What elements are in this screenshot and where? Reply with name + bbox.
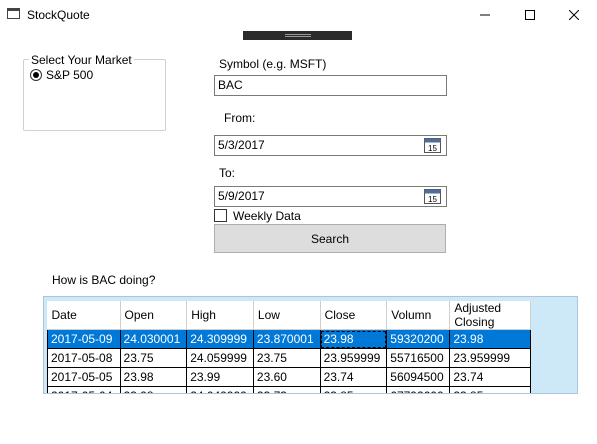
table-cell[interactable]: 67792600 xyxy=(386,386,451,393)
minimize-icon xyxy=(480,7,490,23)
table-cell[interactable]: 23.75 xyxy=(252,348,321,368)
column-header[interactable]: Open xyxy=(120,301,188,330)
market-group-title: Select Your Market xyxy=(29,53,134,67)
quote-data-grid[interactable]: Date Open High Low Close Volumn Adjusted Closi… xyxy=(43,296,578,394)
toolbar-grip[interactable] xyxy=(243,31,352,40)
to-date-value: 5/9/2017 xyxy=(218,189,265,203)
calendar-icon[interactable]: 15 xyxy=(424,189,441,204)
table-row[interactable]: 2017-05-05 23.98 23.99 23.60 23.74 56094500 23… xyxy=(47,367,531,387)
search-button[interactable]: Search xyxy=(214,224,446,253)
table-cell[interactable]: 24.309999 xyxy=(186,329,254,349)
table-cell[interactable]: 24.030001 xyxy=(119,329,188,349)
market-groupbox xyxy=(23,59,166,131)
quote-table: Date Open High Low Close Volumn Adjusted Closi… xyxy=(47,301,531,393)
weekly-data-checkbox[interactable] xyxy=(214,209,227,222)
table-cell[interactable]: 23.98 xyxy=(319,329,388,349)
symbol-input[interactable]: BAC xyxy=(214,75,447,96)
table-cell[interactable]: 23.98 xyxy=(449,329,531,349)
calendar-icon[interactable]: 15 xyxy=(424,138,441,153)
column-header[interactable]: Adjusted Closing xyxy=(449,301,531,330)
symbol-label: Symbol (e.g. MSFT) xyxy=(219,57,327,71)
table-cell[interactable]: 23.870001 xyxy=(252,329,321,349)
column-header[interactable]: Close xyxy=(320,301,388,330)
window-title: StockQuote xyxy=(27,8,90,22)
column-header[interactable]: Volumn xyxy=(386,301,451,330)
table-cell[interactable]: 59320200 xyxy=(386,329,451,349)
table-cell[interactable]: 23.73 xyxy=(252,386,321,393)
table-cell[interactable]: 23.74 xyxy=(319,367,388,387)
table-cell[interactable]: 23.85 xyxy=(319,386,388,393)
maximize-button[interactable] xyxy=(507,0,553,30)
minimize-button[interactable] xyxy=(462,0,508,30)
table-cell[interactable]: 24.049999 xyxy=(186,386,254,393)
table-cell[interactable]: 2017-05-08 xyxy=(47,348,121,368)
column-header[interactable]: High xyxy=(186,301,254,330)
table-cell[interactable]: 55716500 xyxy=(386,348,451,368)
table-cell[interactable]: 23.74 xyxy=(449,367,531,387)
close-button[interactable] xyxy=(551,0,597,30)
table-cell[interactable]: 23.60 xyxy=(252,367,321,387)
svg-text:15: 15 xyxy=(428,195,437,204)
table-cell[interactable]: 2017-05-09 xyxy=(47,329,121,349)
table-row[interactable]: 2017-05-09 24.030001 24.309999 23.870001 23.… xyxy=(47,329,531,349)
table-cell[interactable]: 23.85 xyxy=(449,386,531,393)
title-bar: StockQuote xyxy=(0,0,597,30)
table-cell[interactable]: 2017-05-04 xyxy=(47,386,121,393)
table-cell[interactable]: 23.75 xyxy=(119,348,188,368)
app-icon xyxy=(7,8,20,19)
table-cell[interactable]: 56094500 xyxy=(386,367,451,387)
table-cell[interactable]: 23.959999 xyxy=(319,348,388,368)
from-date-value: 5/3/2017 xyxy=(218,138,265,152)
column-header[interactable]: Low xyxy=(253,301,321,330)
market-radio-label[interactable]: S&P 500 xyxy=(46,68,93,82)
from-label: From: xyxy=(224,111,256,125)
table-cell[interactable]: 23.99 xyxy=(186,367,254,387)
table-cell[interactable]: 23.98 xyxy=(119,386,188,393)
to-date-picker[interactable]: 5/9/2017 15 xyxy=(214,186,447,207)
to-label: To: xyxy=(219,166,236,180)
close-icon xyxy=(568,7,580,23)
table-cell[interactable]: 2017-05-05 xyxy=(47,367,121,387)
column-header[interactable]: Date xyxy=(47,301,121,330)
maximize-icon xyxy=(525,7,535,23)
table-row[interactable]: 2017-05-0423.9824.04999923.7323.85677926… xyxy=(47,386,531,393)
table-cell[interactable]: 24.059999 xyxy=(186,348,254,368)
weekly-data-label[interactable]: Weekly Data xyxy=(233,209,301,223)
svg-text:15: 15 xyxy=(428,144,437,153)
table-row[interactable]: 2017-05-08 23.75 24.059999 23.75 23.959999 55… xyxy=(47,348,531,368)
from-date-picker[interactable]: 5/3/2017 15 xyxy=(214,135,447,156)
table-cell[interactable]: 23.98 xyxy=(119,367,188,387)
market-radio-sp500[interactable] xyxy=(30,69,42,81)
status-text: How is BAC doing? xyxy=(52,273,156,287)
table-cell[interactable]: 23.959999 xyxy=(449,348,531,368)
